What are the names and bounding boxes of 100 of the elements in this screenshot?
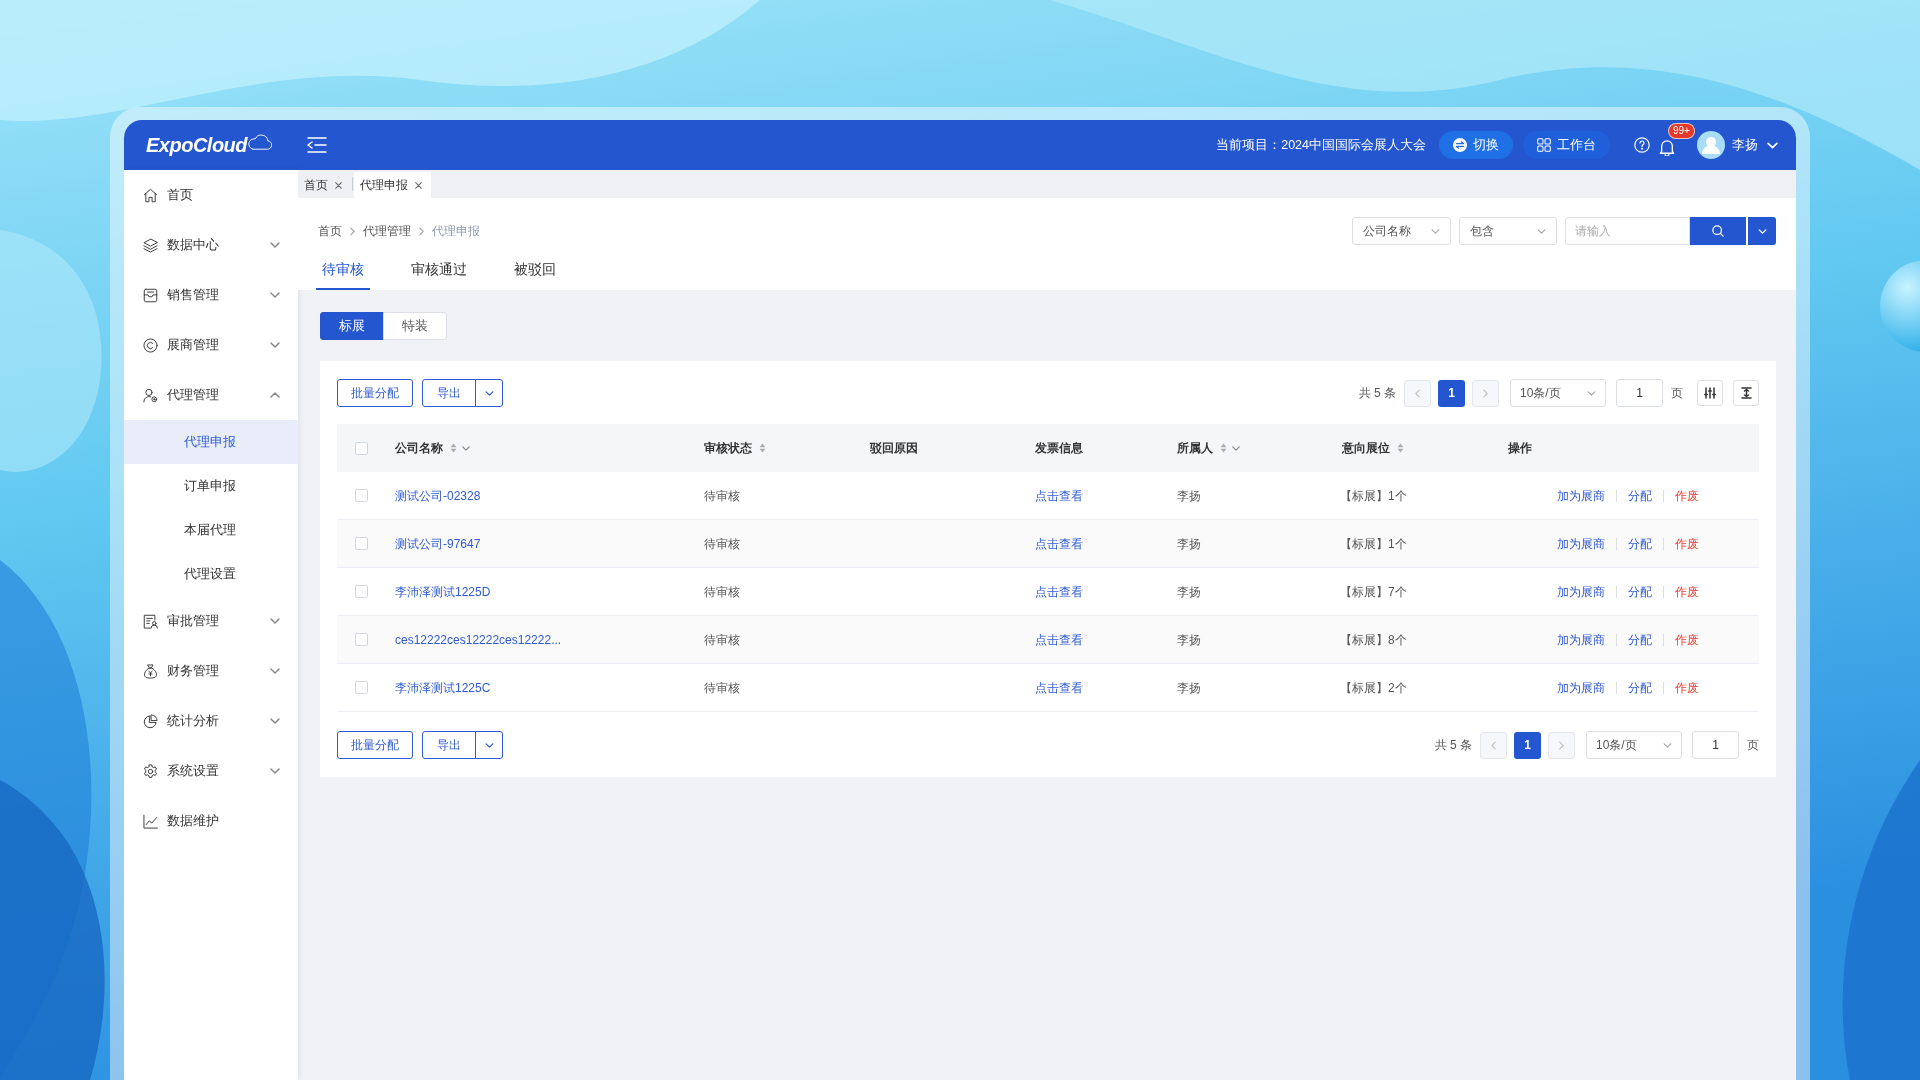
- owner-text: 李扬: [1177, 535, 1201, 553]
- company-link[interactable]: 测试公司-02328: [395, 486, 481, 505]
- sidebar-item[interactable]: 代理管理: [124, 370, 298, 420]
- avatar-icon: [1697, 131, 1725, 159]
- sidebar-item[interactable]: 数据中心: [124, 220, 298, 270]
- void-link[interactable]: 作废: [1675, 534, 1699, 553]
- page-size-select[interactable]: 10条/页: [1510, 379, 1606, 407]
- menu-button[interactable]: [307, 137, 327, 153]
- invoice-link[interactable]: 点击查看: [1035, 534, 1083, 553]
- money-bag-icon: [143, 663, 158, 679]
- total-count: 共 5 条: [1358, 385, 1396, 402]
- chevron-down-icon: [484, 390, 494, 396]
- search-input[interactable]: 请输入: [1565, 217, 1690, 245]
- page-tab[interactable]: 首页: [298, 172, 351, 198]
- chevron-down-icon: [1767, 141, 1778, 149]
- help-button[interactable]: [1634, 137, 1650, 153]
- chevron-down-icon: [1663, 742, 1672, 748]
- page-jump-input[interactable]: 1: [1692, 731, 1739, 759]
- workbench-button[interactable]: 工作台: [1523, 131, 1610, 159]
- action-link[interactable]: 分配: [1628, 630, 1652, 649]
- action-link[interactable]: 分配: [1628, 582, 1652, 601]
- sidebar-item[interactable]: 展商管理: [124, 320, 298, 370]
- sidebar-item[interactable]: 首页: [124, 170, 298, 220]
- checkbox[interactable]: [355, 537, 368, 550]
- chevron-right-icon: [1559, 740, 1564, 750]
- sidebar-item[interactable]: 数据维护: [124, 796, 298, 846]
- page-suffix-text: 页: [1747, 737, 1759, 754]
- sidebar-item[interactable]: 系统设置: [124, 746, 298, 796]
- page-jump-input[interactable]: 1: [1616, 379, 1663, 407]
- checkbox[interactable]: [355, 633, 368, 646]
- sidebar-item[interactable]: 财务管理: [124, 646, 298, 696]
- checkbox[interactable]: [355, 441, 368, 455]
- invoice-link[interactable]: 点击查看: [1035, 678, 1083, 697]
- action-link[interactable]: 加为展商: [1557, 486, 1605, 505]
- owner-text: 李扬: [1177, 487, 1201, 505]
- switch-button[interactable]: 切换: [1439, 131, 1513, 159]
- batch-assign-button[interactable]: 批量分配: [337, 379, 413, 407]
- chevron-left-icon: [1415, 388, 1420, 398]
- void-link[interactable]: 作废: [1675, 678, 1699, 697]
- checkbox[interactable]: [355, 489, 368, 502]
- sidebar-subitem[interactable]: 本届代理: [124, 508, 298, 552]
- export-menu-button[interactable]: [475, 731, 503, 759]
- bell-icon: [1659, 138, 1675, 156]
- page-button[interactable]: 1: [1514, 731, 1541, 759]
- sidebar-subitem[interactable]: 代理设置: [124, 552, 298, 596]
- booth-text: 【标展】8个: [1340, 631, 1407, 649]
- company-link[interactable]: 李沛泽测试1225C: [395, 678, 491, 697]
- chevron-down-icon: [484, 742, 494, 748]
- user-menu[interactable]: 李扬: [1697, 131, 1778, 159]
- sidebar-subitem[interactable]: 订单申报: [124, 464, 298, 508]
- notifications-button[interactable]: 99+: [1659, 122, 1695, 156]
- column-header: 审核状态: [704, 440, 752, 457]
- booth-text: 【标展】2个: [1340, 679, 1407, 697]
- export-button[interactable]: 导出: [422, 731, 476, 759]
- invoice-link[interactable]: 点击查看: [1035, 630, 1083, 649]
- chevron-right-icon: [350, 226, 355, 236]
- breadcrumb-link[interactable]: 首页: [318, 222, 342, 240]
- batch-assign-button[interactable]: 批量分配: [337, 731, 413, 759]
- checkbox[interactable]: [355, 585, 368, 598]
- breadcrumb-link[interactable]: 代理管理: [363, 222, 411, 240]
- column-header: 公司名称: [395, 440, 443, 457]
- sidebar-item[interactable]: 销售管理: [124, 270, 298, 320]
- sidebar-item[interactable]: 统计分析: [124, 696, 298, 746]
- field-select[interactable]: 公司名称: [1352, 217, 1451, 245]
- action-link[interactable]: 加为展商: [1557, 678, 1605, 697]
- action-link[interactable]: 分配: [1628, 534, 1652, 553]
- search-button[interactable]: [1690, 217, 1746, 245]
- status-text: 待审核: [704, 583, 740, 601]
- void-link[interactable]: 作废: [1675, 630, 1699, 649]
- status-tab[interactable]: 待审核: [316, 251, 370, 290]
- void-link[interactable]: 作废: [1675, 486, 1699, 505]
- sidebar-subitem[interactable]: 代理申报: [124, 420, 298, 464]
- booth-type-toggle[interactable]: 特装: [383, 312, 447, 340]
- row-height-button[interactable]: [1733, 380, 1759, 406]
- sidebar-item[interactable]: 审批管理: [124, 596, 298, 646]
- invoice-link[interactable]: 点击查看: [1035, 486, 1083, 505]
- action-link[interactable]: 加为展商: [1557, 630, 1605, 649]
- column-settings-button[interactable]: [1697, 380, 1723, 406]
- company-link[interactable]: 测试公司-97647: [395, 534, 481, 553]
- action-link[interactable]: 分配: [1628, 486, 1652, 505]
- export-button[interactable]: 导出: [422, 379, 476, 407]
- operator-select[interactable]: 包含: [1459, 217, 1557, 245]
- checkbox[interactable]: [355, 681, 368, 694]
- booth-type-toggle[interactable]: 标展: [320, 312, 384, 340]
- document-user-icon: [143, 613, 158, 629]
- action-link[interactable]: 加为展商: [1557, 582, 1605, 601]
- search-options-button[interactable]: [1748, 217, 1776, 245]
- action-link[interactable]: 分配: [1628, 678, 1652, 697]
- page-button[interactable]: 1: [1438, 379, 1465, 407]
- action-link[interactable]: 加为展商: [1557, 534, 1605, 553]
- status-tab[interactable]: 被驳回: [508, 251, 562, 290]
- invoice-link[interactable]: 点击查看: [1035, 582, 1083, 601]
- company-link[interactable]: ces12222ces12222ces12222...: [395, 630, 562, 649]
- status-tab[interactable]: 审核通过: [405, 251, 473, 290]
- page-tab[interactable]: 代理申报: [354, 172, 431, 198]
- settings-icon: [143, 763, 158, 779]
- void-link[interactable]: 作废: [1675, 582, 1699, 601]
- export-menu-button[interactable]: [475, 379, 503, 407]
- company-link[interactable]: 李沛泽测试1225D: [395, 582, 491, 601]
- page-size-select[interactable]: 10条/页: [1586, 731, 1682, 759]
